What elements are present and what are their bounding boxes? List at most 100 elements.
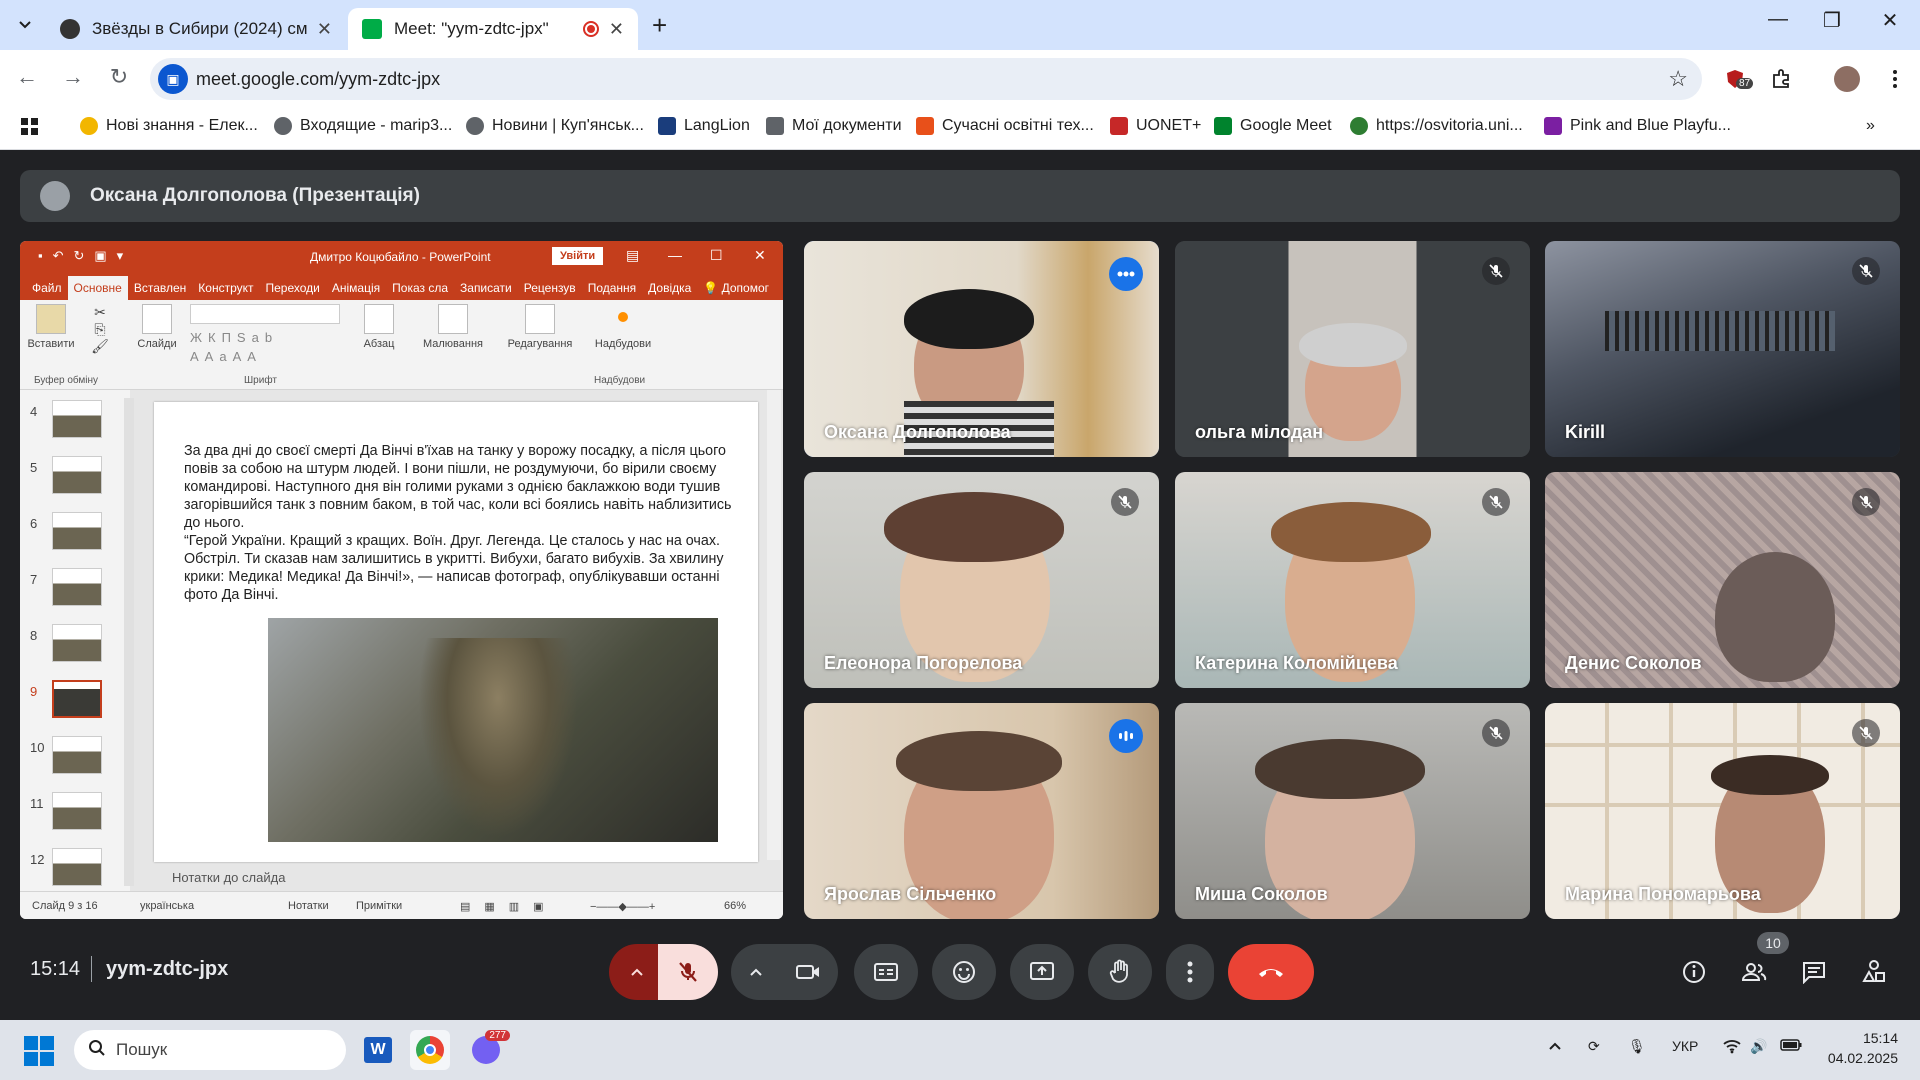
more-options-button[interactable] xyxy=(1166,944,1214,1000)
system-clock[interactable]: 15:14 04.02.2025 xyxy=(1828,1028,1898,1068)
extension-icon[interactable]: 87 xyxy=(1720,64,1754,94)
maximize-icon[interactable]: ☐ xyxy=(710,247,723,264)
thumbnails-scrollbar[interactable] xyxy=(124,398,134,886)
ribbon-tab[interactable]: Основне xyxy=(67,276,128,300)
close-icon[interactable]: ✕ xyxy=(754,247,766,264)
more-bookmarks-icon[interactable]: » xyxy=(1866,117,1875,135)
view-buttons[interactable]: ▤▦▥▣ xyxy=(460,900,558,913)
windows-start-icon[interactable] xyxy=(24,1036,54,1066)
notes-toggle[interactable]: Нотатки xyxy=(288,900,329,912)
participant-tile[interactable]: Катерина Коломійцева xyxy=(1175,472,1530,688)
ribbon-tab[interactable]: Анімація xyxy=(326,276,386,300)
bookmark-item[interactable]: Сучасні освітні тех... xyxy=(916,117,1094,135)
apps-grid-icon[interactable] xyxy=(20,117,40,137)
addins-button[interactable]: Надбудови xyxy=(588,304,658,350)
slide-thumbnail[interactable]: 11 xyxy=(20,792,120,838)
bookmark-star-icon[interactable]: ☆ xyxy=(1668,66,1688,92)
participant-tile[interactable]: Оксана Долгополова xyxy=(804,241,1159,457)
paste-button[interactable]: Вставити xyxy=(26,304,76,350)
tray-overflow-icon[interactable] xyxy=(1548,1038,1562,1054)
minimize-icon[interactable]: — xyxy=(668,247,682,263)
slide-thumbnail[interactable]: 5 xyxy=(20,456,120,502)
site-info-icon[interactable]: ▣ xyxy=(158,64,188,94)
volume-icon[interactable]: 🔊 xyxy=(1750,1038,1767,1055)
participant-tile[interactable]: Елеонора Погорелова xyxy=(804,472,1159,688)
url-text[interactable]: meet.google.com/yym-zdtc-jpx xyxy=(196,69,440,90)
tab-search-button[interactable] xyxy=(10,10,40,40)
chat-button[interactable] xyxy=(1794,952,1834,992)
login-button[interactable]: Увійти xyxy=(552,247,604,265)
bookmark-item[interactable]: Google Meet xyxy=(1214,117,1332,135)
bookmark-item[interactable]: Мої документи xyxy=(766,117,902,135)
microphone-button[interactable] xyxy=(658,944,718,1000)
chrome-app-icon[interactable] xyxy=(410,1030,450,1070)
slide-thumbnail[interactable]: 6 xyxy=(20,512,120,558)
font-name-field[interactable] xyxy=(190,304,340,324)
ribbon-tab[interactable]: Переходи xyxy=(260,276,326,300)
back-button[interactable]: ← xyxy=(12,64,42,90)
new-tab-button[interactable]: + xyxy=(652,10,667,41)
slide-thumbnail[interactable]: 4 xyxy=(20,400,120,446)
more-menu-icon[interactable] xyxy=(1880,64,1910,94)
battery-icon[interactable] xyxy=(1780,1038,1802,1054)
font-controls[interactable]: ЖКПSab AAaAA xyxy=(190,304,340,364)
microphone-tray-icon[interactable]: 🎙 xyxy=(1628,1038,1646,1055)
bookmark-item[interactable]: https://osvitoria.uni... xyxy=(1350,117,1523,135)
leave-call-button[interactable] xyxy=(1228,944,1314,1000)
word-app-icon[interactable]: W xyxy=(358,1030,398,1070)
close-tab-icon[interactable]: ✕ xyxy=(317,19,332,40)
ribbon-tab[interactable]: Конструкт xyxy=(192,276,259,300)
participant-tile[interactable]: Денис Соколов xyxy=(1545,472,1900,688)
editing-button[interactable]: Редагування xyxy=(500,304,580,350)
ribbon-tab[interactable]: Показ сла xyxy=(386,276,454,300)
bookmark-item[interactable]: UONET+ xyxy=(1110,117,1201,135)
activities-button[interactable] xyxy=(1854,952,1894,992)
meeting-details-button[interactable] xyxy=(1674,952,1714,992)
address-bar[interactable]: ▣ meet.google.com/yym-zdtc-jpx ☆ xyxy=(150,58,1702,100)
present-screen-button[interactable] xyxy=(1010,944,1074,1000)
notes-field[interactable]: Нотатки до слайда xyxy=(150,870,770,890)
slide-thumbnail[interactable]: 12 xyxy=(20,848,120,894)
close-window-button[interactable]: ✕ xyxy=(1870,8,1910,33)
slide-thumbnail[interactable]: 8 xyxy=(20,624,120,670)
bookmark-item[interactable]: Новини | Куп'янськ... xyxy=(466,117,644,135)
participant-tile[interactable]: Ярослав Сільченко xyxy=(804,703,1159,919)
reload-button[interactable]: ↻ xyxy=(104,64,134,90)
ribbon-display-icon[interactable]: ▤ xyxy=(626,247,639,264)
audio-options-button[interactable] xyxy=(609,944,665,1000)
participant-tile[interactable]: Марина Пономарьова xyxy=(1545,703,1900,919)
ribbon-tab[interactable]: Довідка xyxy=(642,276,697,300)
participant-tile[interactable]: ольга мілодан xyxy=(1175,241,1530,457)
ribbon-tab[interactable]: Вставлен xyxy=(128,276,192,300)
comments-toggle[interactable]: Примітки xyxy=(356,900,402,912)
slide-thumbnail-selected[interactable]: 9 xyxy=(20,680,120,726)
extensions-puzzle-icon[interactable] xyxy=(1766,64,1796,94)
close-tab-icon[interactable]: ✕ xyxy=(609,19,624,40)
bookmark-item[interactable]: LangLion xyxy=(658,117,750,135)
input-language[interactable]: УКР xyxy=(1672,1038,1698,1054)
clipboard-small-icons[interactable]: ✂ ⎘ 🖌 xyxy=(80,304,120,355)
participant-tile[interactable]: Kirill xyxy=(1545,241,1900,457)
people-button[interactable] xyxy=(1734,952,1774,992)
ribbon-tab[interactable]: Файл xyxy=(26,276,68,300)
slide-scrollbar[interactable] xyxy=(767,390,781,860)
current-slide[interactable]: За два дні до своєї смерті Да Вінчі в'їх… xyxy=(154,402,758,862)
ribbon-tab[interactable]: Подання xyxy=(582,276,642,300)
reactions-button[interactable] xyxy=(932,944,996,1000)
captions-button[interactable] xyxy=(854,944,918,1000)
minimize-window-button[interactable]: — xyxy=(1758,8,1798,31)
slide-thumbnail[interactable]: 7 xyxy=(20,568,120,614)
viber-app-icon[interactable]: 277 xyxy=(466,1030,510,1070)
taskbar-search[interactable]: Пошук xyxy=(74,1030,346,1070)
bookmark-item[interactable]: Нові знання - Елек... xyxy=(80,117,258,135)
sync-icon[interactable]: ⟳ xyxy=(1588,1038,1600,1055)
drawing-button[interactable]: Малювання xyxy=(418,304,488,350)
paragraph-button[interactable]: Абзац xyxy=(354,304,404,350)
slide-thumbnail[interactable]: 10 xyxy=(20,736,120,782)
forward-button[interactable]: → xyxy=(58,64,88,90)
wifi-icon[interactable] xyxy=(1722,1038,1742,1057)
profile-avatar[interactable] xyxy=(1832,64,1862,94)
bookmark-item[interactable]: Входящие - marip3... xyxy=(274,117,452,135)
browser-tab-meet[interactable]: Meet: "yym-zdtc-jpx" ✕ xyxy=(348,8,638,50)
slides-button[interactable]: Слайди xyxy=(132,304,182,350)
